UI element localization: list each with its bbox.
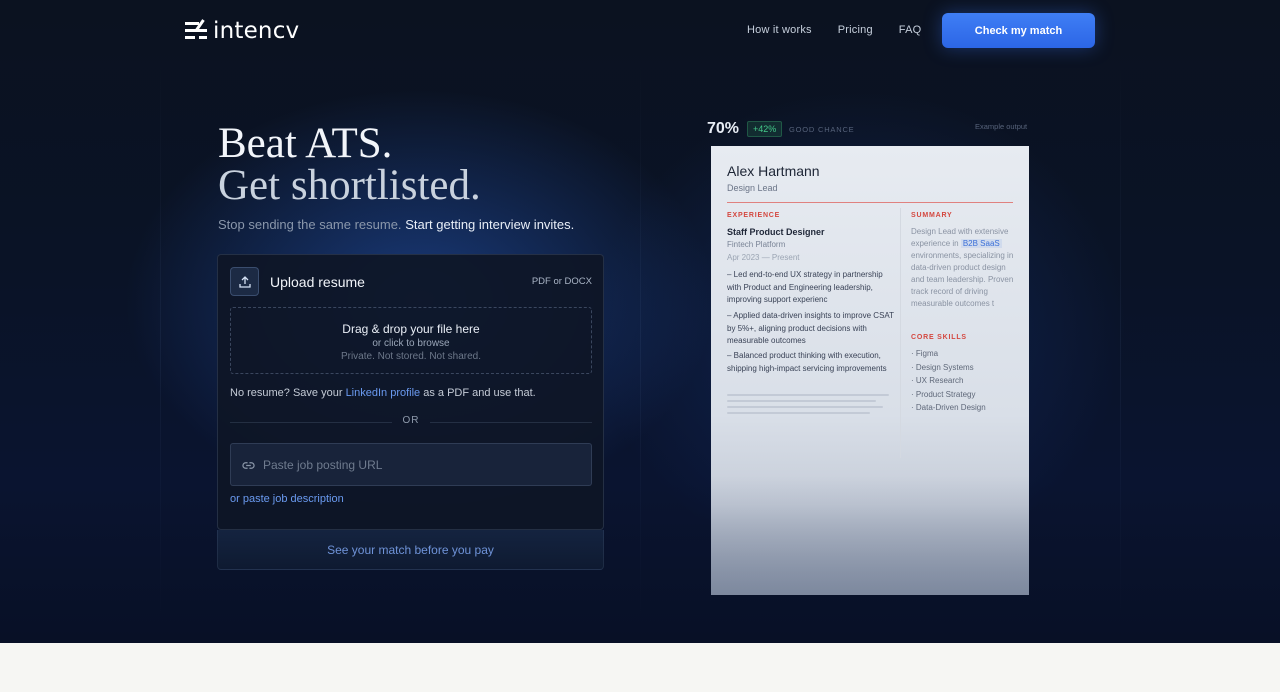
job-url-field[interactable] xyxy=(230,443,592,486)
job-bullet: – Led end-to-end UX strategy in partners… xyxy=(727,270,883,304)
nav-faq[interactable]: FAQ xyxy=(899,24,922,36)
experience-heading: EXPERIENCE xyxy=(727,212,781,219)
logo-icon xyxy=(185,19,207,42)
job-dates: Apr 2023 — Present xyxy=(727,253,800,262)
top-nav: How it works Pricing FAQ xyxy=(747,24,921,36)
linkedin-hint-pre: No resume? Save your xyxy=(230,387,343,399)
skill-item: · Figma xyxy=(911,349,939,358)
summary-text: Design Lead with extensive experience in… xyxy=(911,226,1015,310)
dropzone-privacy: Private. Not stored. Not shared. xyxy=(340,351,482,362)
see-match-button[interactable]: See your match before you pay xyxy=(217,530,604,570)
grid-line xyxy=(1120,60,1121,620)
hero-title-line1: Beat ATS. xyxy=(218,120,393,167)
upload-formats: PDF or DOCX xyxy=(531,276,592,287)
or-divider: OR xyxy=(230,415,592,429)
placeholder-lines xyxy=(727,394,889,418)
nav-how-it-works[interactable]: How it works xyxy=(747,24,812,36)
summary-post: environments, specializing in data-drive… xyxy=(911,251,1014,308)
upload-card: Upload resume PDF or DOCX Drag & drop yo… xyxy=(217,254,604,530)
nav-pricing[interactable]: Pricing xyxy=(838,24,873,36)
dropzone-browse: or click to browse xyxy=(372,338,450,349)
hero-section: intencv How it works Pricing FAQ Check m… xyxy=(0,0,1280,643)
column-divider xyxy=(900,208,901,458)
resume-preview: Alex Hartmann Design Lead EXPERIENCE Sta… xyxy=(711,146,1029,595)
paste-job-description-link[interactable]: or paste job description xyxy=(230,493,344,505)
resume-fade xyxy=(711,476,1029,595)
chance-label: GOOD CHANCE xyxy=(789,125,855,134)
dropzone-title: Drag & drop your file here xyxy=(342,322,480,336)
linkedin-profile-link[interactable]: LinkedIn profile xyxy=(346,387,421,399)
grid-line xyxy=(160,60,161,620)
grid-line xyxy=(640,60,641,620)
check-my-match-button[interactable]: Check my match xyxy=(942,13,1095,48)
match-score: 70% xyxy=(707,120,740,137)
skills-heading: CORE SKILLS xyxy=(911,334,967,341)
job-title: Staff Product Designer xyxy=(727,227,825,237)
brand-logo[interactable]: intencv xyxy=(185,18,299,44)
skill-item: · UX Research xyxy=(911,376,964,386)
hero-subtitle: Stop sending the same resume. Start gett… xyxy=(218,217,574,232)
job-bullet: – Balanced product thinking with executi… xyxy=(727,351,887,373)
brand-name: intencv xyxy=(213,18,300,44)
score-delta-badge: +42% xyxy=(747,121,783,137)
link-icon xyxy=(242,462,255,469)
next-section xyxy=(0,643,1280,692)
job-url-input[interactable] xyxy=(263,444,583,485)
hero-title-line2: Get shortlisted. xyxy=(218,162,481,209)
example-output-label: Example output xyxy=(975,122,1028,131)
upload-icon[interactable] xyxy=(230,267,259,296)
skill-item: · Product Strategy xyxy=(911,389,976,399)
summary-highlight: B2B SaaS xyxy=(960,239,1002,248)
hero-subtitle-strong: Start getting interview invites. xyxy=(405,217,575,232)
resume-rule xyxy=(727,202,1013,203)
job-bullet: – Applied data-driven insights to improv… xyxy=(727,311,894,345)
resume-name: Alex Hartmann xyxy=(727,163,820,179)
file-dropzone[interactable]: Drag & drop your file here or click to b… xyxy=(230,307,592,374)
hero-subtitle-muted: Stop sending the same resume. xyxy=(218,217,402,232)
linkedin-hint-post: as a PDF and use that. xyxy=(423,387,536,399)
job-company: Fintech Platform xyxy=(727,240,786,249)
summary-heading: SUMMARY xyxy=(911,212,953,219)
skill-item: · Data-Driven Design xyxy=(911,403,986,413)
skill-item: · Design Systems xyxy=(911,362,974,372)
upload-title: Upload resume xyxy=(270,274,365,290)
linkedin-hint: No resume? Save your LinkedIn profile as… xyxy=(230,387,536,399)
or-label: OR xyxy=(402,415,420,426)
resume-role: Design Lead xyxy=(727,183,778,193)
skills-list: · Figma · Design Systems · UX Research ·… xyxy=(911,347,986,415)
